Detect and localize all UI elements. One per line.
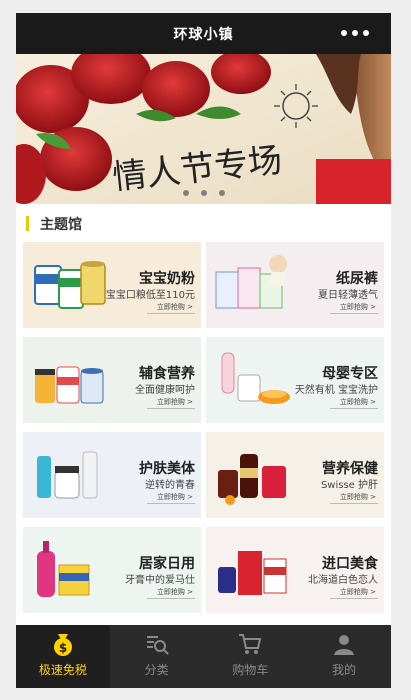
tab-label: 我的 xyxy=(332,663,357,677)
tile-imported-food[interactable]: 进口美食 北海道白色恋人 立即抢购 > xyxy=(206,527,384,613)
tile-subtitle: 牙膏中的爱马仕 xyxy=(125,575,195,586)
tab-profile[interactable]: 我的 xyxy=(297,625,391,688)
banner-pagination[interactable] xyxy=(16,190,391,196)
promo-banner[interactable]: 情人节专场 xyxy=(16,54,391,204)
tile-subtitle: 逆转的青春 xyxy=(145,480,195,491)
section-title: 主题馆 xyxy=(40,217,82,233)
tile-health-supplements[interactable]: 营养保健 Swisse 护肝 立即抢购 > xyxy=(206,432,384,518)
section-header: 主题馆 xyxy=(16,209,391,239)
tile-subtitle: 天然有机 宝宝洗护 xyxy=(294,385,378,396)
baby-food-jars-image xyxy=(35,366,104,404)
buy-now-link[interactable]: 立即抢购 > xyxy=(146,397,195,409)
tile-name: 母婴专区 xyxy=(322,366,378,382)
skincare-bottles-image xyxy=(37,451,98,499)
tile-subtitle: 宝宝口粮低至110元 xyxy=(105,290,195,301)
tile-baby-formula[interactable]: 宝宝奶粉 宝宝口粮低至110元 立即抢购 > xyxy=(23,242,201,328)
banner-dot[interactable] xyxy=(200,190,207,196)
tile-subtitle: 北海道白色恋人 xyxy=(308,575,378,586)
cart-icon xyxy=(239,634,262,654)
buy-now-link[interactable]: 立即抢购 > xyxy=(329,302,378,314)
tile-subtitle: 夏日轻薄透气 xyxy=(318,290,378,301)
tile-name: 辅食营养 xyxy=(139,366,195,382)
baby-care-products-image xyxy=(221,352,290,404)
buy-now-link[interactable]: 立即抢购 > xyxy=(146,492,195,504)
section-accent-bar xyxy=(26,216,29,231)
diaper-packs-image xyxy=(215,255,287,309)
tile-household[interactable]: 居家日用 牙膏中的爱马仕 立即抢购 > xyxy=(23,527,201,613)
banner-dot[interactable] xyxy=(182,190,189,196)
phone-screen: 环球小镇 情人节专场 主题馆 宝宝奶粉 宝宝口粮低至110元 立即抢购 > 纸尿… xyxy=(16,13,391,688)
tab-label: 分类 xyxy=(144,663,169,677)
svg-text:$: $ xyxy=(59,641,67,655)
bottom-tab-bar: $ 极速免税 分类 购物车 我的 xyxy=(16,625,391,688)
tile-mother-baby[interactable]: 母婴专区 天然有机 宝宝洗护 立即抢购 > xyxy=(206,337,384,423)
formula-cans-image xyxy=(34,261,106,309)
buy-now-link[interactable]: 立即抢购 > xyxy=(146,302,195,314)
money-bag-icon: $ xyxy=(53,634,72,656)
tab-label: 极速免税 xyxy=(38,663,87,677)
tile-subtitle: Swisse 护肝 xyxy=(320,480,378,491)
tile-skincare[interactable]: 护肤美体 逆转的青春 立即抢购 > xyxy=(23,432,201,518)
buy-now-link[interactable]: 立即抢购 > xyxy=(146,587,195,599)
tab-cart[interactable]: 购物车 xyxy=(204,625,298,688)
tile-name: 护肤美体 xyxy=(139,461,195,477)
buy-now-link[interactable]: 立即抢购 > xyxy=(329,492,378,504)
tile-name: 进口美食 xyxy=(322,556,378,572)
tab-label: 购物车 xyxy=(232,663,269,677)
profile-icon xyxy=(334,635,355,655)
top-bar: 环球小镇 xyxy=(16,13,391,54)
supplement-bottles-image xyxy=(218,454,286,505)
tile-name: 纸尿裤 xyxy=(336,271,378,287)
household-products-image xyxy=(37,541,90,597)
tab-category[interactable]: 分类 xyxy=(110,625,204,688)
buy-now-link[interactable]: 立即抢购 > xyxy=(329,587,378,599)
tile-name: 营养保健 xyxy=(322,461,378,477)
tile-diapers[interactable]: 纸尿裤 夏日轻薄透气 立即抢购 > xyxy=(206,242,384,328)
tab-duty-free[interactable]: $ 极速免税 xyxy=(16,625,110,688)
more-options-icon[interactable] xyxy=(341,30,369,36)
category-search-icon xyxy=(146,636,169,655)
tile-name: 宝宝奶粉 xyxy=(139,271,195,287)
banner-artwork: 情人节专场 xyxy=(16,54,391,204)
banner-dot[interactable] xyxy=(218,190,225,196)
page-title: 环球小镇 xyxy=(173,27,234,43)
tile-baby-food[interactable]: 辅食营养 全面健康呵护 立即抢购 > xyxy=(23,337,201,423)
imported-snacks-image xyxy=(218,551,287,595)
tile-subtitle: 全面健康呵护 xyxy=(135,385,195,396)
tile-name: 居家日用 xyxy=(139,556,195,572)
buy-now-link[interactable]: 立即抢购 > xyxy=(329,397,378,409)
